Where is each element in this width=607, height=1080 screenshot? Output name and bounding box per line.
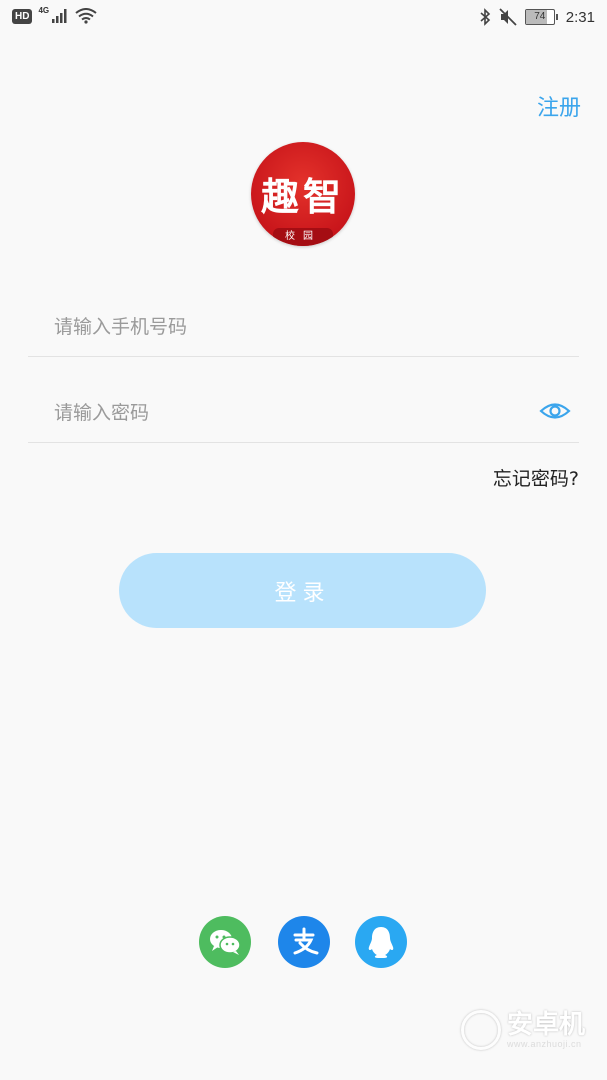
signal-icon [52,9,67,23]
login-button[interactable]: 登录 [119,553,486,628]
status-bar: HD 4G 74 2:31 [0,0,607,38]
wechat-icon [210,930,241,955]
clock: 2:31 [565,8,595,26]
password-input[interactable] [52,396,516,430]
qq-login-button[interactable] [355,916,407,968]
watermark-logo-icon [460,1010,501,1050]
qq-icon [368,927,394,958]
watermark-main: 安卓机 [506,1010,585,1040]
app-logo: 趣智 校园 [251,142,355,246]
network-type: 4G [38,5,50,15]
watermark-text: 安卓机 www.anzhuoji.cn [507,1011,585,1049]
battery-tip [555,14,558,20]
eye-icon[interactable] [539,398,571,424]
password-field-row [28,382,579,443]
logo-sub-text: 校园 [273,228,333,246]
mute-icon [499,8,517,26]
register-link[interactable]: 注册 [537,90,581,122]
forgot-password-link[interactable]: 忘记密码? [493,464,579,491]
battery-body: 74 [524,9,555,25]
wifi-icon [75,8,97,24]
phone-field-row [28,296,579,357]
battery-indicator: 74 [524,9,558,25]
hd-badge: HD [12,8,33,24]
watermark-sub: www.anzhuoji.cn [506,1039,582,1049]
alipay-login-button[interactable] [278,916,330,968]
bluetooth-icon [480,8,490,26]
status-bar-right: 74 2:31 [479,8,595,26]
alipay-icon [293,927,319,955]
wechat-login-button[interactable] [199,916,251,968]
status-bar-left: HD 4G [12,5,97,24]
logo-main-text: 趣智 [260,174,345,219]
watermark: 安卓机 www.anzhuoji.cn [460,1010,585,1050]
phone-input[interactable] [52,310,516,344]
battery-level: 74 [534,11,546,22]
